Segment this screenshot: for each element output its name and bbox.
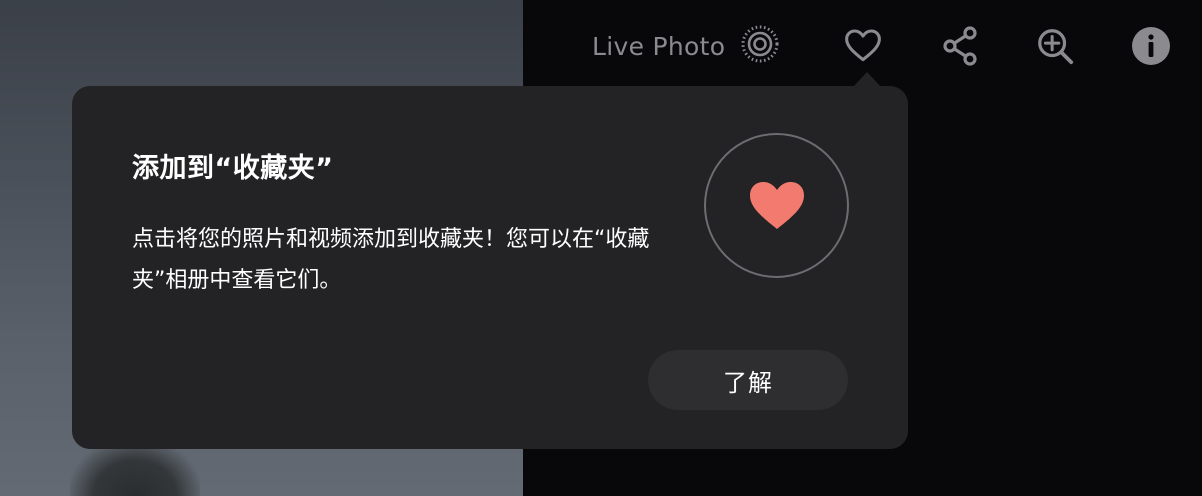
- share-button[interactable]: [940, 26, 980, 66]
- app-window: Live Photo 添加到“收藏夹” 点击将您的照片和视频添加到收藏夹！您可以…: [0, 0, 1202, 496]
- popover-arrow: [853, 72, 881, 87]
- favorite-button[interactable]: [843, 26, 883, 66]
- live-photo-icon: [739, 23, 781, 69]
- heart-icon: [749, 181, 804, 229]
- live-photo-label: Live Photo: [592, 31, 726, 61]
- share-icon: [943, 26, 977, 66]
- live-photo-button[interactable]: Live Photo: [592, 25, 781, 64]
- heart-badge: [704, 133, 849, 278]
- popover-title: 添加到“收藏夹”: [132, 153, 334, 184]
- zoom-in-icon: [1038, 29, 1074, 65]
- heart-outline-icon: [845, 29, 881, 62]
- got-it-button[interactable]: 了解: [648, 350, 848, 410]
- popover-body: 点击将您的照片和视频添加到收藏夹！您可以在“收藏夹”相册中查看它们。: [132, 227, 650, 293]
- zoom-in-button[interactable]: [1035, 26, 1075, 66]
- viewer-toolbar: Live Photo: [580, 22, 1190, 70]
- info-icon: [1132, 27, 1170, 65]
- favorites-tip-popover: 添加到“收藏夹” 点击将您的照片和视频添加到收藏夹！您可以在“收藏夹”相册中查看…: [72, 86, 908, 449]
- info-button[interactable]: [1131, 26, 1171, 66]
